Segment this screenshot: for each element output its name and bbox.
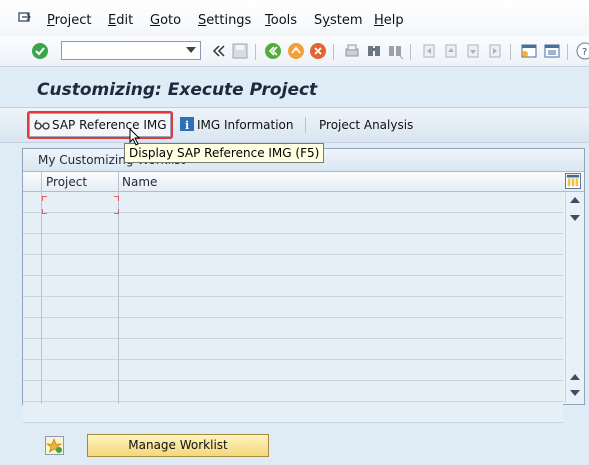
sap-reference-img-button[interactable]: SAP Reference IMG: [29, 113, 171, 137]
standard-toolbar: ?: [0, 36, 589, 67]
system-menu-icon[interactable]: [18, 11, 32, 23]
application-toolbar: SAP Reference IMG i IMG Information Proj…: [0, 107, 589, 143]
previous-page-icon[interactable]: [442, 42, 460, 60]
menu-project[interactable]: Project: [47, 13, 92, 28]
find-icon[interactable]: [365, 42, 383, 60]
table-row[interactable]: [23, 234, 563, 255]
back-double-arrow-icon[interactable]: [210, 42, 228, 60]
table-settings-icon[interactable]: [565, 173, 581, 189]
focused-cell-marker: [42, 196, 119, 214]
table-header: Project Name: [23, 172, 584, 192]
toolbar-separator: [567, 44, 568, 60]
toolbar-separator: [410, 44, 411, 60]
img-information-label: IMG Information: [197, 118, 294, 132]
back-icon[interactable]: [264, 42, 282, 60]
menu-tools[interactable]: Tools: [265, 13, 297, 28]
svg-text:?: ?: [582, 47, 587, 58]
menu-goto-rest: oto: [160, 13, 182, 28]
toolbar-separator: [255, 44, 256, 60]
table-row[interactable]: [23, 381, 563, 402]
menu-edit[interactable]: Edit: [108, 13, 133, 28]
sap-reference-img-label: SAP Reference IMG: [52, 118, 167, 132]
print-icon[interactable]: [343, 42, 361, 60]
toolbar-separator: [333, 44, 334, 60]
shortcut-icon[interactable]: [543, 42, 561, 60]
glasses-icon: [34, 119, 50, 130]
save-icon[interactable]: [231, 42, 249, 60]
project-analysis-button[interactable]: Project Analysis: [319, 115, 413, 135]
cancel-icon[interactable]: [309, 42, 327, 60]
table-row[interactable]: [23, 339, 563, 360]
menu-system[interactable]: System: [314, 13, 363, 28]
menu-settings[interactable]: Settings: [198, 13, 251, 28]
scroll-up-icon[interactable]: [570, 374, 580, 380]
first-page-icon[interactable]: [420, 42, 438, 60]
toolbar-separator: [510, 44, 511, 60]
menu-bar: Project Edit Goto Settings Tools System …: [0, 0, 589, 36]
menu-edit-rest: dit: [116, 13, 134, 28]
menu-goto[interactable]: Goto: [150, 13, 181, 28]
add-favorite-icon[interactable]: [45, 436, 64, 455]
screen-title-bar: Customizing: Execute Project: [0, 67, 589, 107]
enter-icon[interactable]: [31, 42, 49, 60]
table-row[interactable]: [23, 276, 563, 297]
svg-text:i: i: [185, 119, 189, 131]
column-header-project[interactable]: Project: [46, 175, 87, 189]
help-icon[interactable]: ?: [576, 42, 589, 60]
scroll-down-icon[interactable]: [570, 390, 580, 396]
page-title: Customizing: Execute Project: [37, 80, 318, 100]
table-row[interactable]: [23, 255, 563, 276]
menu-project-rest: roject: [54, 13, 92, 28]
next-page-icon[interactable]: [464, 42, 482, 60]
table-row[interactable]: [23, 402, 563, 423]
scroll-up-icon[interactable]: [570, 197, 580, 203]
toolbar-separator: [305, 117, 306, 133]
exit-icon[interactable]: [287, 42, 305, 60]
mouse-cursor-icon: [129, 128, 141, 146]
customizing-worklist-panel: My Customizing Worklist Project Name: [22, 148, 585, 423]
table-row[interactable]: [23, 213, 563, 234]
table-row[interactable]: [23, 297, 563, 318]
find-next-icon[interactable]: [386, 42, 404, 60]
menu-help[interactable]: Help: [374, 13, 404, 28]
command-field[interactable]: [61, 41, 201, 60]
scroll-down-icon[interactable]: [570, 215, 580, 221]
star-icon: [46, 438, 62, 453]
info-icon: i: [180, 117, 194, 131]
menu-help-rest: elp: [383, 13, 404, 28]
chevron-down-icon[interactable]: [186, 47, 196, 53]
create-session-icon[interactable]: [520, 42, 538, 60]
table-row[interactable]: [23, 360, 563, 381]
menu-tools-rest: ools: [270, 13, 298, 28]
menu-settings-rest: ettings: [206, 13, 252, 28]
column-header-name[interactable]: Name: [122, 175, 157, 189]
last-page-icon[interactable]: [486, 42, 504, 60]
vertical-scrollbar[interactable]: [565, 193, 583, 403]
tooltip: Display SAP Reference IMG (F5): [124, 143, 325, 163]
table-row[interactable]: [23, 318, 563, 339]
menu-system-rest: stem: [329, 13, 363, 28]
manage-worklist-button[interactable]: Manage Worklist: [87, 434, 269, 457]
